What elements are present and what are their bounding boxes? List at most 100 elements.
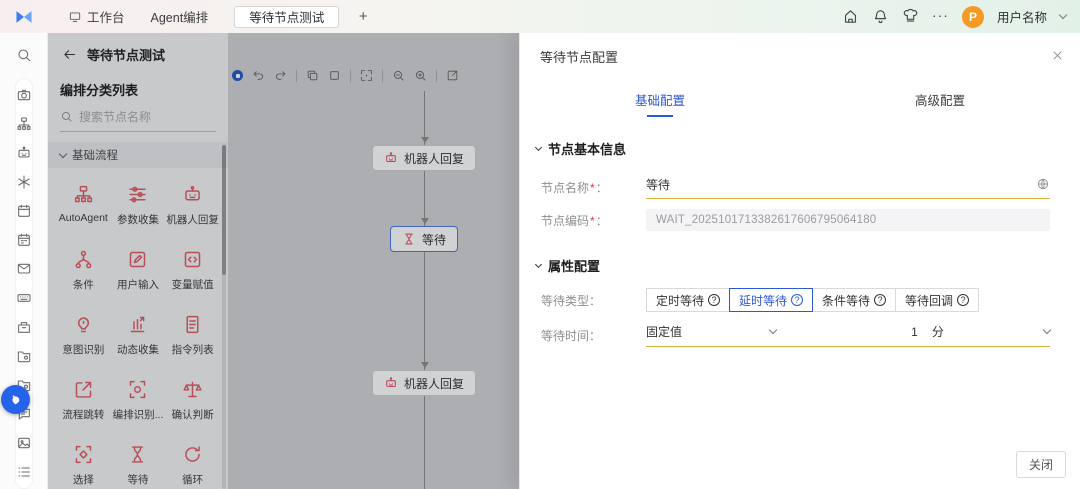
assistant-paw-icon (8, 392, 23, 407)
flow-jump-icon (73, 379, 94, 400)
palette-item-intent[interactable]: 意图识别 (56, 308, 111, 371)
help-icon[interactable]: ? (708, 294, 721, 306)
wait-time-value-input[interactable]: 1 (911, 325, 918, 339)
tab-advanced-config[interactable]: 高级配置 (800, 90, 1080, 117)
more-menu-button[interactable]: ··· (932, 7, 949, 23)
flow-canvas[interactable]: 机器人回复 等待 机器人回复 (228, 33, 519, 489)
flow-node-robot-reply[interactable]: 机器人回复 (371, 370, 477, 396)
node-palette-panel: 等待节点测试 编排分类列表 搜索节点名称 基础流程 AutoAgent 参数收集… (48, 33, 228, 489)
wait-type-button-group: 定时等待 ? 延时等待 ? 条件等待 ? 等待回调 ? (646, 288, 980, 312)
new-tab-button[interactable]: + (353, 8, 373, 25)
back-arrow-icon[interactable] (62, 47, 77, 62)
palette-item-user-input[interactable]: 用户输入 (111, 243, 166, 306)
wait-time-mode-select[interactable]: 固定值 (646, 323, 778, 340)
toolbar-badge[interactable] (232, 70, 243, 81)
palette-item-loop[interactable]: 循环 (165, 438, 220, 489)
top-bar: 工作台 Agent编排 等待节点测试 + ··· P 用户名称 (0, 0, 1080, 33)
nav-workspace[interactable]: 工作台 (68, 7, 125, 26)
wait-time-unit[interactable]: 分 (932, 323, 944, 340)
close-button[interactable]: 关闭 (1015, 451, 1066, 478)
node-name-input[interactable]: 等待 (646, 176, 1050, 199)
keyboard-icon[interactable] (16, 290, 32, 306)
left-icon-rail (0, 33, 48, 489)
palette-item-variable-assign[interactable]: 变量赋值 (165, 243, 220, 306)
section-basic-flow[interactable]: 基础流程 (48, 142, 228, 168)
canvas-toolbar (232, 69, 459, 82)
close-icon[interactable] (1051, 49, 1064, 62)
loop-icon (182, 444, 203, 465)
frame-icon[interactable] (328, 69, 341, 82)
zoom-in-icon[interactable] (414, 69, 427, 82)
palette-item-condition[interactable]: 条件 (56, 243, 111, 306)
home-icon[interactable] (842, 8, 859, 25)
select-icon (73, 444, 94, 465)
nav-agent-orchestration[interactable]: Agent编排 (151, 7, 209, 26)
confirm-judge-icon (182, 379, 203, 400)
drawer-icon[interactable] (16, 319, 32, 335)
palette-item-dynamic-collect[interactable]: 动态收集 (111, 308, 166, 371)
wait-type-callback-button[interactable]: 等待回调 ? (895, 288, 980, 312)
flow-node-wait[interactable]: 等待 (389, 226, 459, 252)
notification-bell-icon[interactable] (872, 8, 889, 25)
mail-icon[interactable] (16, 261, 32, 277)
help-icon[interactable]: ? (791, 294, 804, 306)
help-icon[interactable]: ? (874, 294, 887, 306)
zoom-out-icon[interactable] (392, 69, 405, 82)
wait-type-condition-button[interactable]: 条件等待 ? (812, 288, 897, 312)
calendar-icon[interactable] (16, 203, 32, 219)
robot-reply-icon (182, 184, 203, 205)
export-icon[interactable] (446, 69, 459, 82)
palette-item-confirm-judge[interactable]: 确认判断 (165, 373, 220, 436)
calendar-alt-icon[interactable] (16, 232, 32, 248)
node-code-label: 节点编码*： (541, 213, 608, 228)
palette-item-autoagent[interactable]: AutoAgent (56, 178, 111, 241)
palette-item-command-list[interactable]: 指令列表 (165, 308, 220, 371)
fit-view-icon[interactable] (360, 69, 373, 82)
wait-icon (127, 444, 148, 465)
command-list-icon (182, 314, 203, 335)
palette-search-input[interactable]: 搜索节点名称 (60, 108, 216, 132)
tab-basic-config[interactable]: 基础配置 (520, 90, 800, 117)
palette-scrollbar-thumb[interactable] (222, 145, 226, 275)
user-name[interactable]: 用户名称 (997, 7, 1047, 26)
app-window: 工作台 Agent编排 等待节点测试 + ··· P 用户名称 等待节点测试 编… (0, 0, 1080, 489)
agent-orchestration-label: Agent编排 (150, 11, 209, 25)
redo-icon[interactable] (274, 69, 287, 82)
palette-item-flow-jump[interactable]: 流程跳转 (56, 373, 111, 436)
image-icon[interactable] (16, 435, 32, 451)
palette-item-orchestrate-recognize[interactable]: 编排识别... (111, 373, 166, 436)
hourglass-icon (402, 232, 416, 246)
palette-item-select[interactable]: 选择 (56, 438, 111, 489)
list-icon[interactable] (16, 464, 32, 480)
palette-item-wait[interactable]: 等待 (111, 438, 166, 489)
palette-item-robot-reply[interactable]: 机器人回复 (165, 178, 220, 241)
search-icon[interactable] (16, 47, 32, 63)
section-attribute-config[interactable]: 属性配置 (520, 256, 1080, 275)
copy-icon[interactable] (306, 69, 319, 82)
bot-icon[interactable] (16, 145, 32, 161)
flow-node-robot-reply[interactable]: 机器人回复 (371, 145, 477, 171)
wait-type-delay-button[interactable]: 延时等待 ? (729, 288, 814, 312)
wait-type-timed-button[interactable]: 定时等待 ? (646, 288, 731, 312)
help-icon[interactable]: ? (957, 294, 970, 306)
orgchart-icon[interactable] (16, 116, 32, 132)
camera-icon[interactable] (16, 87, 32, 103)
user-avatar[interactable]: P (961, 5, 984, 28)
chevron-down-icon[interactable] (1042, 325, 1052, 335)
chef-hat-icon[interactable] (902, 8, 919, 25)
toolbar-divider (296, 69, 297, 82)
assistant-fab[interactable] (1, 385, 30, 414)
section-node-basic-info[interactable]: 节点基本信息 (520, 139, 1080, 158)
tab-wait-node-test[interactable]: 等待节点测试 (234, 5, 340, 28)
flower-icon[interactable] (16, 174, 32, 190)
wait-node-config-drawer: 等待节点配置 基础配置 高级配置 节点基本信息 节点名称*： 等待 节点编码*：… (519, 33, 1080, 489)
rail-icon-group (15, 79, 32, 488)
undo-icon[interactable] (252, 69, 265, 82)
chevron-down-icon (534, 260, 543, 268)
folder-gear-icon[interactable] (16, 348, 32, 364)
user-menu-chevron-icon[interactable] (1058, 10, 1068, 20)
globe-icon[interactable] (1036, 177, 1050, 191)
toolbar-divider (382, 69, 383, 82)
palette-item-params-collect[interactable]: 参数收集 (111, 178, 166, 241)
search-placeholder: 搜索节点名称 (79, 110, 152, 124)
